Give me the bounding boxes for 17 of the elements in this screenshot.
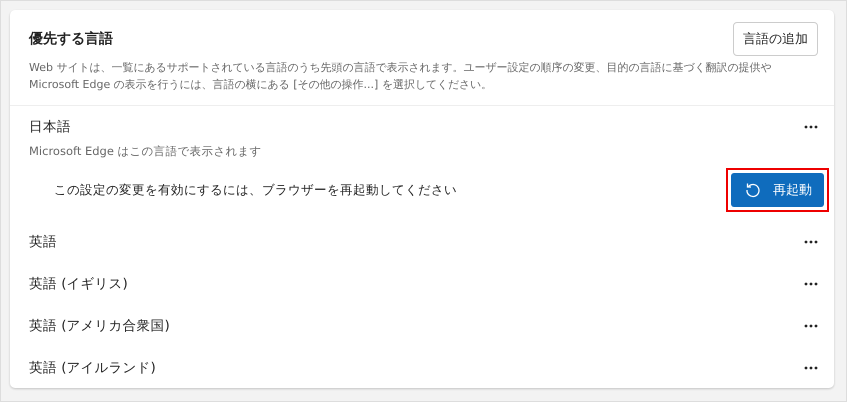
more-icon[interactable] [804,125,818,129]
restart-notice: この設定の変更を有効にするには、ブラウザーを再起動してください [54,182,457,198]
restart-button[interactable]: 再起動 [731,173,824,207]
add-language-button[interactable]: 言語の追加 [733,22,818,56]
more-icon[interactable] [804,282,818,286]
more-icon[interactable] [804,240,818,244]
restart-icon [745,182,761,198]
description-text: Web サイトは、一覧にあるサポートされている言語のうち先頭の言語で表示されます。ユーザー設定の順序の変更、目的の言語に基づく翻訳の提供や Microsoft Edge の表示を行うには、言語の横にある [その他の操作...] を選択してください。 [29,60,772,93]
language-name: 日本語 [29,118,71,136]
language-name: 英語 (アメリカ合衆国) [29,317,170,335]
language-subtitle: Microsoft Edge はこの言語で表示されます [28,144,263,159]
language-name: 英語 (アイルランド) [29,359,156,377]
language-name: 英語 [29,233,57,251]
more-icon[interactable] [804,366,818,370]
section-title: 優先する言語 [29,30,113,48]
more-icon[interactable] [804,324,818,328]
language-name: 英語 (イギリス) [29,275,128,293]
